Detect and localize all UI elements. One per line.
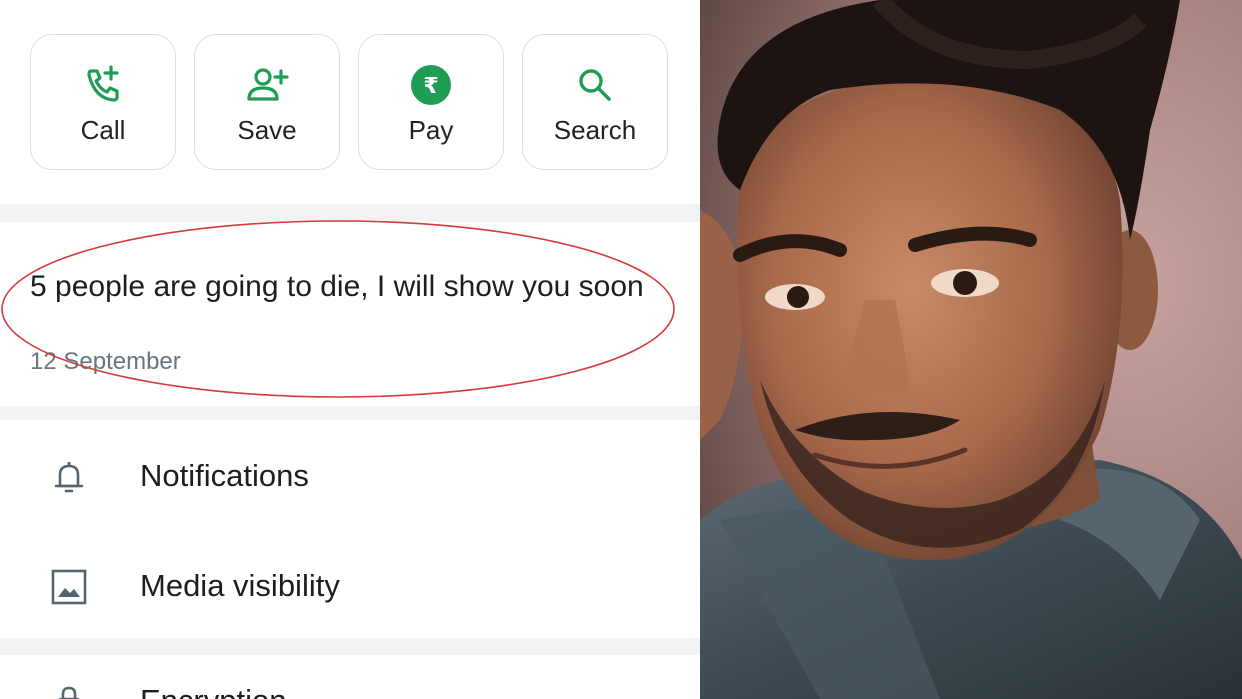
notifications-row[interactable]: Notifications: [0, 420, 700, 528]
settings-list: Notifications Media visibility: [0, 420, 700, 638]
search-label: Search: [553, 115, 637, 145]
save-label: Save: [237, 115, 297, 145]
add-contact-icon: [247, 68, 289, 101]
search-icon: [579, 69, 611, 101]
call-button[interactable]: Call: [30, 34, 176, 170]
cut-off-header: [170, 0, 530, 6]
svg-text:₹: ₹: [423, 74, 438, 99]
lock-icon: [58, 686, 80, 699]
encryption-row[interactable]: Encryption: [0, 655, 700, 699]
media-visibility-row[interactable]: Media visibility: [0, 530, 700, 638]
save-button[interactable]: Save: [194, 34, 340, 170]
encryption-label: Encryption: [140, 683, 286, 699]
about-section[interactable]: 5 people are going to die, I will show y…: [0, 222, 700, 406]
notifications-label: Notifications: [140, 458, 309, 493]
media-visibility-label: Media visibility: [140, 568, 340, 603]
call-label: Call: [80, 115, 126, 145]
pay-label: Pay: [408, 115, 454, 145]
search-button[interactable]: Search: [522, 34, 668, 170]
image-icon: [51, 569, 87, 605]
contact-info-panel: Call Save ₹ Pay Search 5 people are goin…: [0, 0, 700, 699]
about-date: 12 September: [30, 348, 181, 375]
pay-button[interactable]: ₹ Pay: [358, 34, 504, 170]
action-bar: Call Save ₹ Pay Search: [0, 0, 700, 204]
portrait-photo: [700, 0, 1242, 699]
call-add-icon: [87, 65, 119, 102]
about-text: 5 people are going to die, I will show y…: [30, 270, 644, 303]
bell-icon: [54, 461, 84, 493]
rupee-icon: ₹: [411, 65, 451, 105]
portrait-illustration: [700, 0, 1242, 699]
